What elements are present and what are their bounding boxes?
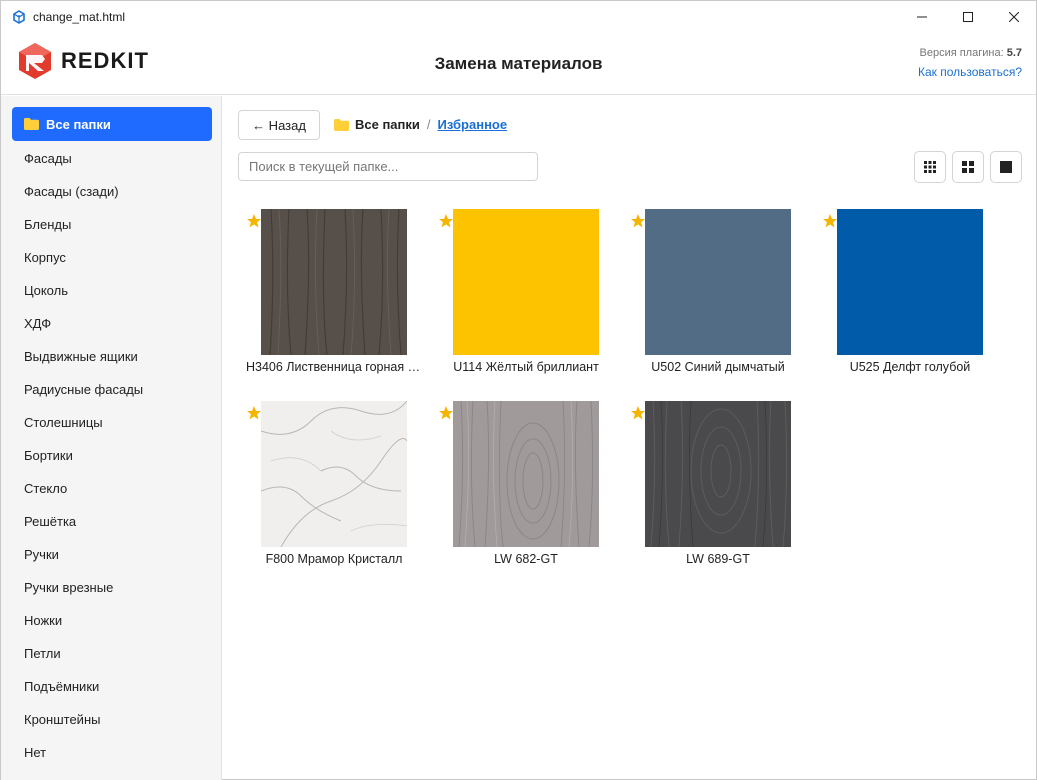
sidebar-item-label: Фасады (сзади)	[24, 184, 119, 199]
version-label: Версия плагина:	[919, 47, 1004, 59]
material-tile[interactable]: LW 689-GT	[622, 401, 814, 591]
sidebar-item-facades-back[interactable]: Фасады (сзади)	[12, 175, 212, 208]
material-name: U114 Жёлтый бриллиант	[453, 360, 599, 374]
sidebar-item-hinges[interactable]: Петли	[12, 637, 212, 670]
sidebar-item-plinth[interactable]: Цоколь	[12, 274, 212, 307]
material-swatch	[261, 401, 407, 547]
sidebar: Все папки Фасады Фасады (сзади) Бленды К…	[1, 96, 222, 780]
app-window: change_mat.html REDKIT Замена материалов…	[0, 0, 1037, 780]
favorite-star-icon[interactable]	[438, 213, 454, 229]
title-bar: change_mat.html	[1, 1, 1036, 33]
sidebar-item-inset-handles[interactable]: Ручки врезные	[12, 571, 212, 604]
sidebar-item-label: Стекло	[24, 481, 68, 496]
material-swatch	[645, 209, 791, 355]
material-tile[interactable]: F800 Мрамор Кристалл	[238, 401, 430, 591]
material-tile[interactable]: LW 682-GT	[430, 401, 622, 591]
favorite-star-icon[interactable]	[630, 405, 646, 421]
sidebar-item-hdf[interactable]: ХДФ	[12, 307, 212, 340]
sidebar-item-edges[interactable]: Бортики	[12, 439, 212, 472]
material-tile[interactable]: H3406 Лиственница горная антрацит	[238, 209, 430, 399]
sidebar-item-facades[interactable]: Фасады	[12, 142, 212, 175]
material-name: F800 Мрамор Кристалл	[265, 552, 403, 566]
sidebar-item-drawers[interactable]: Выдвижные ящики	[12, 340, 212, 373]
sidebar-item-radius-facades[interactable]: Радиусные фасады	[12, 373, 212, 406]
sidebar-item-brackets[interactable]: Кронштейны	[12, 703, 212, 736]
view-small-grid-button[interactable]	[914, 151, 946, 183]
version-value: 5.7	[1006, 47, 1022, 59]
sidebar-item-label: Все папки	[46, 116, 111, 132]
sidebar-item-label: Бортики	[24, 448, 73, 463]
material-tile[interactable]: U114 Жёлтый бриллиант	[430, 209, 622, 399]
breadcrumb-separator: /	[426, 117, 431, 132]
sidebar-item-label: Подъёмники	[24, 679, 100, 694]
material-swatch	[837, 209, 983, 355]
sketchup-icon	[11, 9, 27, 25]
sidebar-item-legs[interactable]: Ножки	[12, 604, 212, 637]
close-button[interactable]	[991, 1, 1037, 33]
material-swatch	[453, 401, 599, 547]
material-swatch	[261, 209, 407, 355]
material-tile[interactable]: U525 Делфт голубой	[814, 209, 1006, 399]
breadcrumb-current[interactable]: Избранное	[438, 117, 508, 132]
large-square-icon	[1000, 161, 1012, 173]
material-name: H3406 Лиственница горная антрацит	[246, 360, 430, 374]
material-name: LW 682-GT	[494, 552, 558, 566]
sidebar-item-label: Столешницы	[24, 415, 103, 430]
sidebar-item-label: Ножки	[24, 613, 63, 628]
sidebar-item-glass[interactable]: Стекло	[12, 472, 212, 505]
sidebar-item-label: Цоколь	[24, 283, 68, 298]
material-swatch	[453, 209, 599, 355]
folder-icon	[24, 118, 39, 130]
sidebar-item-label: Решётка	[24, 514, 77, 529]
small-grid-icon	[924, 161, 936, 173]
material-name: U525 Делфт голубой	[849, 360, 971, 374]
favorite-star-icon[interactable]	[438, 405, 454, 421]
search-input[interactable]	[238, 152, 538, 181]
sidebar-item-none[interactable]: Нет	[12, 736, 212, 769]
favorite-star-icon[interactable]	[822, 213, 838, 229]
sidebar-item-grille[interactable]: Решётка	[12, 505, 212, 538]
sidebar-item-label: Фасады	[24, 151, 72, 166]
view-large-button[interactable]	[990, 151, 1022, 183]
sidebar-item-label: ХДФ	[24, 316, 52, 331]
sidebar-item-all-folders[interactable]: Все папки	[12, 107, 212, 141]
material-name: LW 689-GT	[686, 552, 750, 566]
material-tile[interactable]: U502 Синий дымчатый	[622, 209, 814, 399]
sidebar-item-label: Корпус	[24, 250, 66, 265]
sidebar-item-body[interactable]: Корпус	[12, 241, 212, 274]
folder-icon	[334, 118, 349, 131]
breadcrumb-root[interactable]: Все папки	[355, 117, 420, 132]
sidebar-item-label: Петли	[24, 646, 61, 661]
sidebar-item-label: Нет	[24, 745, 47, 760]
sidebar-item-label: Бленды	[24, 217, 72, 232]
sidebar-item-countertops[interactable]: Столешницы	[12, 406, 212, 439]
breadcrumb: Все папки / Избранное	[334, 117, 507, 132]
app-header: REDKIT Замена материалов Версия плагина:…	[1, 33, 1036, 95]
sidebar-item-blends[interactable]: Бленды	[12, 208, 212, 241]
sidebar-item-label: Радиусные фасады	[24, 382, 144, 397]
window-title: change_mat.html	[33, 10, 126, 24]
material-swatch	[645, 401, 791, 547]
page-title: Замена материалов	[434, 54, 603, 73]
sidebar-item-label: Ручки	[24, 547, 59, 562]
how-to-use-link[interactable]: Как пользоваться?	[918, 65, 1022, 79]
maximize-button[interactable]	[945, 1, 991, 33]
view-medium-grid-button[interactable]	[952, 151, 984, 183]
sidebar-item-lifts[interactable]: Подъёмники	[12, 670, 212, 703]
sidebar-item-label: Кронштейны	[24, 712, 101, 727]
sidebar-item-handles[interactable]: Ручки	[12, 538, 212, 571]
favorite-star-icon[interactable]	[246, 405, 262, 421]
minimize-button[interactable]	[899, 1, 945, 33]
plugin-version: Версия плагина: 5.7	[920, 47, 1023, 59]
sidebar-item-label: Ручки врезные	[24, 580, 114, 595]
favorite-star-icon[interactable]	[630, 213, 646, 229]
material-name: U502 Синий дымчатый	[651, 360, 785, 374]
sidebar-item-label: Выдвижные ящики	[24, 349, 138, 364]
favorite-star-icon[interactable]	[246, 213, 262, 229]
medium-grid-icon	[962, 161, 974, 173]
back-button[interactable]: ← Назад	[238, 110, 320, 140]
